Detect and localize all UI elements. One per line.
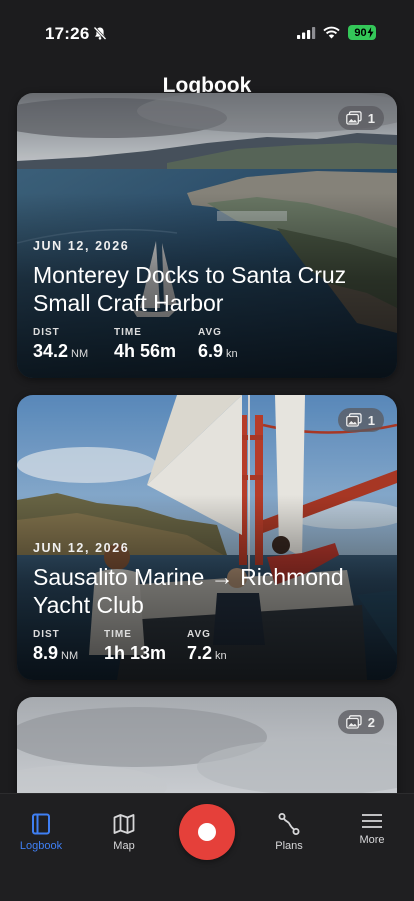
tab-label: Map xyxy=(113,840,135,852)
tab-label: More xyxy=(359,834,385,846)
tab-plans[interactable]: Plans xyxy=(254,812,324,852)
stat-label: TIME xyxy=(114,327,142,338)
wifi-icon xyxy=(323,26,340,39)
photo-count-badge[interactable]: 1 xyxy=(337,408,384,432)
tab-more[interactable]: More xyxy=(337,812,407,846)
tab-bar: Logbook Map Plans More xyxy=(0,793,414,901)
status-time: 17:26 xyxy=(45,24,90,43)
charging-bolt-icon xyxy=(367,27,374,38)
photo-count: 2 xyxy=(367,714,375,730)
signal-icon xyxy=(297,27,316,39)
battery-indicator: 90 xyxy=(348,25,376,40)
record-icon xyxy=(198,823,216,841)
stat-label: DIST xyxy=(33,327,60,338)
photo-count-badge[interactable]: 1 xyxy=(337,106,384,130)
stat-time: TIME 1h 13m xyxy=(104,629,187,664)
stat-value: 34.2 xyxy=(33,341,69,361)
map-icon xyxy=(113,814,135,834)
stat-average-speed: AVG 6.9 kn xyxy=(198,327,238,362)
trip-date: JUN 12, 2026 xyxy=(33,239,130,253)
stat-label: AVG xyxy=(198,327,222,338)
trip-title: Monterey Docks to Santa Cruz Small Craft… xyxy=(33,261,381,317)
trip-title-line: Sausalito Marine → Richmond xyxy=(33,564,344,590)
stat-distance: DIST 34.2 NM xyxy=(33,327,114,362)
status-bar: 17:26 90 xyxy=(0,0,414,52)
stat-unit: NM xyxy=(71,348,89,360)
trip-card-content: JUN 12, 2026 Sausalito Marine → Richmond… xyxy=(33,541,381,664)
photo-count: 1 xyxy=(367,110,375,126)
trip-stats: DIST 8.9 NM TIME 1h 13m AVG 7.2 kn xyxy=(33,629,381,664)
photo-count: 1 xyxy=(367,412,375,428)
stat-value: 1h 13m xyxy=(104,643,167,663)
trip-card[interactable]: 1 JUN 12, 2026 Sausalito Marine → Richmo… xyxy=(17,395,397,680)
trip-card[interactable]: 1 JUN 12, 2026 Monterey Docks to Santa C… xyxy=(17,93,397,378)
trip-card-content: JUN 12, 2026 Monterey Docks to Santa Cru… xyxy=(33,239,381,362)
tab-label: Logbook xyxy=(19,840,63,852)
record-button[interactable] xyxy=(179,804,235,860)
trip-title: Sausalito Marine → Richmond Yacht Club xyxy=(33,563,381,619)
stat-unit: kn xyxy=(226,348,238,360)
photos-icon xyxy=(345,715,362,729)
battery-level: 90 xyxy=(354,26,367,39)
photos-icon xyxy=(345,413,362,427)
book-icon xyxy=(32,813,50,835)
menu-icon xyxy=(362,814,382,828)
tab-label: Plans xyxy=(275,840,303,852)
trip-title-line: Small Craft Harbor xyxy=(33,290,224,316)
trip-title-line: Monterey Docks to Santa Cruz xyxy=(33,262,347,288)
stat-label: AVG xyxy=(187,629,211,640)
photo-count-badge[interactable]: 2 xyxy=(337,710,384,734)
stat-label: DIST xyxy=(33,629,60,640)
trip-stats: DIST 34.2 NM TIME 4h 56m AVG 6.9 kn xyxy=(33,327,381,362)
trip-title-line: Yacht Club xyxy=(33,592,144,618)
stat-value: 7.2 xyxy=(187,643,213,663)
stat-unit: NM xyxy=(61,650,79,662)
stat-value: 4h 56m xyxy=(114,341,177,361)
tab-logbook[interactable]: Logbook xyxy=(6,812,76,852)
tab-map[interactable]: Map xyxy=(89,812,159,852)
stat-time: TIME 4h 56m xyxy=(114,327,198,362)
stat-value: 8.9 xyxy=(33,643,59,663)
stat-value: 6.9 xyxy=(198,341,224,361)
stat-distance: DIST 8.9 NM xyxy=(33,629,104,664)
bell-muted-icon xyxy=(93,26,107,40)
stat-unit: kn xyxy=(215,650,227,662)
stat-average-speed: AVG 7.2 kn xyxy=(187,629,227,664)
trip-date: JUN 12, 2026 xyxy=(33,541,130,555)
route-icon xyxy=(278,813,300,835)
photos-icon xyxy=(345,111,362,125)
stat-label: TIME xyxy=(104,629,132,640)
